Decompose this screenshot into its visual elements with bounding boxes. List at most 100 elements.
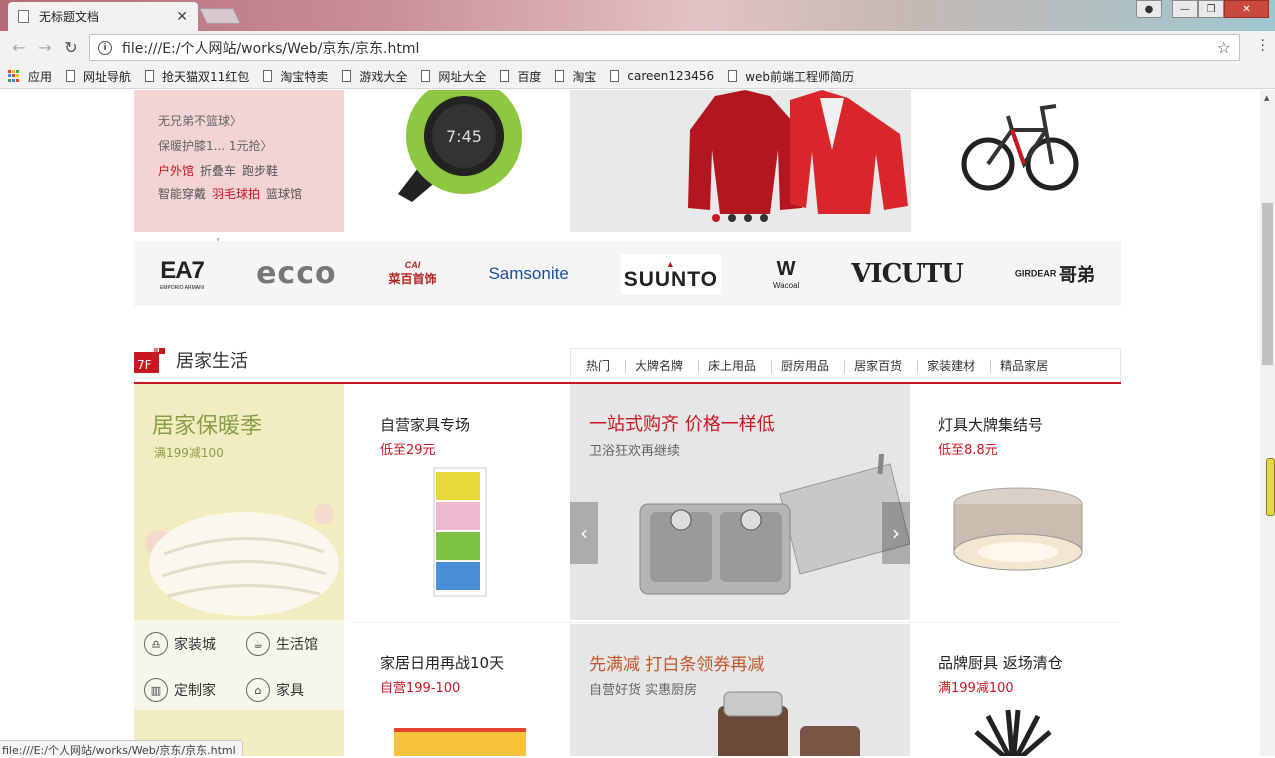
promo-tag[interactable]: 跑步鞋: [242, 164, 278, 178]
floor-badge: 7F: [134, 348, 165, 373]
url-text[interactable]: file:///E:/个人网站/works/Web/京东/京东.html: [122, 38, 1217, 58]
floor-tab[interactable]: 热门: [577, 359, 627, 373]
brand-logo-strip: EA7 EMPORIO ARMANI ecco CAI 菜百首饰 Samsonite…: [134, 241, 1121, 306]
product-title[interactable]: 家居日用再战10天: [380, 652, 504, 673]
bookmark-label: 游戏大全: [359, 69, 408, 84]
ceiling-lamp-image[interactable]: [950, 486, 1086, 578]
reload-button[interactable]: ↻: [58, 35, 84, 61]
bathroom-promo-carousel[interactable]: 一站式购齐 价格一样低 卫浴狂欢再继续 ‹ ›: [570, 384, 910, 620]
menu-icon[interactable]: · · ·: [1261, 34, 1265, 58]
brand-logo-ecco[interactable]: ecco: [256, 256, 337, 291]
jacket-carousel[interactable]: [570, 90, 911, 232]
back-button[interactable]: ←: [6, 35, 32, 61]
user-icon[interactable]: ●: [1136, 0, 1162, 18]
promo-tag[interactable]: 折叠车: [200, 164, 236, 178]
promo-tag[interactable]: 智能穿戴: [158, 187, 206, 201]
carousel-dot[interactable]: [712, 214, 720, 222]
carousel-dot[interactable]: [744, 214, 752, 222]
sink-image: [639, 454, 910, 595]
side-widget-tab[interactable]: [1266, 458, 1275, 516]
close-tab-icon[interactable]: ✕: [176, 9, 188, 25]
floor-tab[interactable]: 厨房用品: [772, 359, 846, 373]
status-bar: file:///E:/个人网站/works/Web/京东/京东.html: [0, 740, 243, 757]
bicycle-image[interactable]: [960, 90, 1080, 204]
thermos-image: [718, 691, 860, 756]
daily-goods-image[interactable]: [394, 728, 526, 756]
kitchen-promo-carousel[interactable]: 先满减 打白条领券再减 自营好货 实惠厨房: [570, 624, 910, 756]
carousel-next-button[interactable]: ›: [882, 502, 910, 564]
brand-logo-samsonite[interactable]: Samsonite: [488, 264, 568, 284]
bookmark-item[interactable]: 网址导航: [66, 68, 131, 85]
address-bar[interactable]: i file:///E:/个人网站/works/Web/京东/京东.html ☆: [89, 34, 1240, 61]
info-icon[interactable]: i: [98, 40, 112, 55]
minimize-button[interactable]: —: [1172, 0, 1198, 18]
close-window-button[interactable]: ✕: [1224, 0, 1269, 18]
brand-logo-caibai[interactable]: CAI 菜百首饰: [389, 260, 437, 287]
brand-logo-girdear[interactable]: GIRDEAR 哥弟: [1015, 261, 1095, 287]
brand-logo-wacoal[interactable]: W Wacoal: [773, 258, 799, 290]
page-icon: [610, 70, 620, 82]
floor-tab[interactable]: 精品家居: [991, 359, 1063, 373]
slide-subtitle: 自营好货 实惠厨房: [589, 683, 698, 698]
promo-tag[interactable]: 篮球馆: [266, 187, 302, 201]
floor-tab[interactable]: 居家百货: [845, 359, 919, 373]
bookmark-label: careen123456: [627, 69, 715, 83]
brand-logo-vicutu[interactable]: VICUTU: [851, 259, 964, 289]
svg-text:7:45: 7:45: [446, 127, 482, 146]
scrollbar-thumb[interactable]: [1262, 203, 1273, 365]
bookmark-item[interactable]: 抢天猫双11红包: [145, 68, 249, 85]
product-title[interactable]: 品牌厨具 返场清仓: [938, 652, 1063, 673]
link-life-hall[interactable]: ☕ 生活馆: [246, 632, 318, 656]
bookmark-item[interactable]: 淘宝: [555, 68, 596, 85]
carousel-dot[interactable]: [760, 214, 768, 222]
knife-set-image[interactable]: [968, 704, 1058, 756]
cabinet-image[interactable]: [430, 466, 490, 598]
floor-tab[interactable]: 大牌名牌: [626, 359, 700, 373]
bookmark-apps[interactable]: 应用: [8, 68, 52, 85]
bookmark-star-icon[interactable]: ☆: [1217, 38, 1231, 57]
bookmark-item[interactable]: 淘宝特卖: [263, 68, 328, 85]
promo-tag[interactable]: 羽毛球拍: [212, 187, 260, 201]
bookmark-item[interactable]: 网址大全: [421, 68, 486, 85]
carousel-dot[interactable]: [728, 214, 736, 222]
slide-title: 先满减 打白条领券再减: [589, 655, 765, 675]
brand-logo-suunto[interactable]: ▲ SUUNTO: [620, 253, 721, 294]
link-home-mall[interactable]: ♎ 家装城: [144, 632, 216, 656]
vertical-scrollbar[interactable]: ▲: [1260, 90, 1275, 756]
sport-watch-image[interactable]: 7:45: [398, 90, 522, 202]
carousel-prev-button[interactable]: ‹: [570, 502, 598, 564]
cabinet-icon: ▥: [144, 678, 168, 702]
forward-button[interactable]: →: [32, 35, 58, 61]
sofa-icon: ⌂: [246, 678, 270, 702]
scroll-up-icon[interactable]: ▲: [1264, 94, 1269, 102]
brand-logo-ea7[interactable]: EA7 EMPORIO ARMANI: [160, 257, 205, 291]
bookmark-item[interactable]: 百度: [500, 68, 541, 85]
promo-tag[interactable]: 户外馆: [158, 164, 194, 178]
page-icon: [342, 70, 352, 82]
row-divider: [350, 622, 1120, 623]
jacket-image: [688, 90, 908, 214]
promo-link[interactable]: 保暖护膝1... 1元抢〉: [158, 137, 344, 162]
bookmark-item[interactable]: web前端工程师简历: [728, 68, 854, 85]
maximize-button[interactable]: ❐: [1198, 0, 1224, 18]
bookmark-item[interactable]: 游戏大全: [342, 68, 407, 85]
link-custom-home[interactable]: ▥ 定制家: [144, 678, 216, 702]
apps-icon: [8, 70, 20, 82]
bookmarks-bar: 应用 网址导航 抢天猫双11红包 淘宝特卖 游戏大全 网址大全 百度 淘宝 ca…: [0, 64, 1275, 89]
home-warmth-banner[interactable]: 居家保暖季 满199减100 ♎ 家装城 ☕ 生活馆 ▥ 定制家 ⌂ 家具: [134, 384, 344, 756]
link-furniture[interactable]: ⌂ 家具: [246, 678, 304, 702]
floor-tab[interactable]: 家装建材: [918, 359, 992, 373]
product-title[interactable]: 灯具大牌集结号: [938, 414, 1043, 435]
bookmark-label: 网址大全: [438, 69, 487, 84]
promo-link[interactable]: 无兄弟不篮球〉: [158, 112, 344, 137]
window-controls: ● — ❐ ✕: [1136, 0, 1269, 18]
floor-tab[interactable]: 床上用品: [699, 359, 773, 373]
lamp-icon: ♎: [144, 632, 168, 656]
banner-subtitle: 满199减100: [154, 446, 224, 460]
product-price: 低至29元: [380, 443, 436, 458]
product-title[interactable]: 自营家具专场: [380, 414, 470, 435]
new-tab-button[interactable]: [199, 8, 241, 24]
browser-tab[interactable]: 无标题文档 ✕: [8, 2, 198, 31]
bookmark-item[interactable]: careen123456: [610, 69, 714, 83]
cup-icon: ☕: [246, 632, 270, 656]
